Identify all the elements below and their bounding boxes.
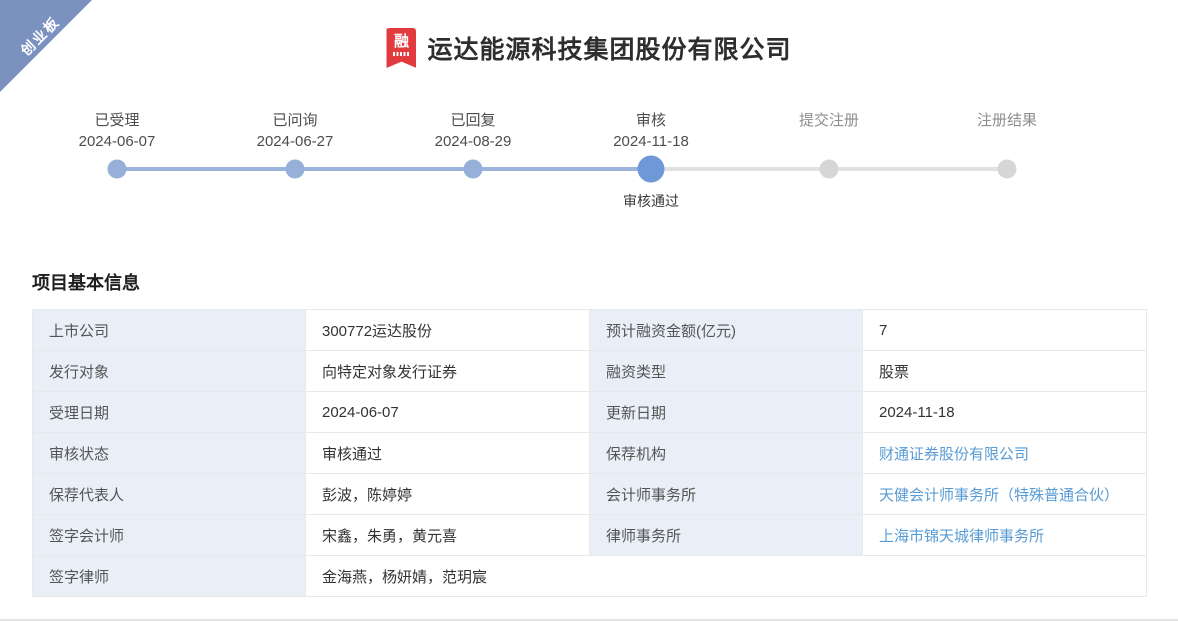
cell-label: 签字会计师 xyxy=(33,515,306,556)
step-line-right xyxy=(1007,167,1096,171)
cell-label: 预计融资金额(亿元) xyxy=(590,310,863,351)
cell-label: 保荐代表人 xyxy=(33,474,306,515)
table-row: 发行对象 向特定对象发行证券 融资类型 股票 xyxy=(33,351,1147,392)
section-title: 项目基本信息 xyxy=(32,269,1178,295)
step-track xyxy=(28,155,206,183)
cell-value: 上海市锦天城律师事务所 xyxy=(863,515,1147,556)
step-label: 已受理 xyxy=(28,110,206,132)
step-dot xyxy=(464,160,483,179)
step-label: 审核 xyxy=(562,110,740,132)
timeline: 已受理 2024-06-07 已问询 2024-06-27 已回复 2024-0… xyxy=(28,110,1096,209)
step-label: 注册结果 xyxy=(918,110,1096,132)
step-line-left xyxy=(206,167,295,171)
step-line-right xyxy=(295,167,384,171)
cell-value: 金海燕，杨妍婧，范玥宸 xyxy=(306,556,1147,597)
step-date: 2024-06-07 xyxy=(28,132,206,155)
step-label: 提交注册 xyxy=(740,110,918,132)
rong-badge-subtext xyxy=(393,52,410,56)
step-line-left xyxy=(384,167,473,171)
cell-value: 2024-06-07 xyxy=(306,392,590,433)
step-track xyxy=(384,155,562,183)
step-line-right xyxy=(829,167,918,171)
step-sublabel xyxy=(918,191,1096,209)
step-date xyxy=(740,132,918,155)
cell-value: 财通证券股份有限公司 xyxy=(863,433,1147,474)
step-line-left xyxy=(28,167,117,171)
step-dot xyxy=(820,160,839,179)
timeline-step-registration-result: 注册结果 xyxy=(918,110,1096,209)
cell-label: 会计师事务所 xyxy=(590,474,863,515)
cell-label: 更新日期 xyxy=(590,392,863,433)
timeline-step-inquired: 已问询 2024-06-27 xyxy=(206,110,384,209)
step-line-right xyxy=(117,167,206,171)
cell-label: 律师事务所 xyxy=(590,515,863,556)
page-title: 运达能源科技集团股份有限公司 xyxy=(427,30,791,66)
step-label: 已回复 xyxy=(384,110,562,132)
cell-value: 宋鑫，朱勇，黄元喜 xyxy=(306,515,590,556)
step-track xyxy=(918,155,1096,183)
table-row: 审核状态 审核通过 保荐机构 财通证券股份有限公司 xyxy=(33,433,1147,474)
timeline-step-replied: 已回复 2024-08-29 xyxy=(384,110,562,209)
step-dot xyxy=(998,160,1017,179)
rong-badge-icon: 融 xyxy=(386,28,416,68)
step-sublabel xyxy=(206,191,384,209)
step-sublabel xyxy=(740,191,918,209)
project-info-table: 上市公司 300772运达股份 预计融资金额(亿元) 7 发行对象 向特定对象发… xyxy=(32,309,1147,597)
step-label: 已问询 xyxy=(206,110,384,132)
table-row: 签字会计师 宋鑫，朱勇，黄元喜 律师事务所 上海市锦天城律师事务所 xyxy=(33,515,1147,556)
step-sublabel xyxy=(28,191,206,209)
table-row: 受理日期 2024-06-07 更新日期 2024-11-18 xyxy=(33,392,1147,433)
cell-value: 审核通过 xyxy=(306,433,590,474)
page: 创业板 融 运达能源科技集团股份有限公司 已受理 2024-06-07 已问询 … xyxy=(0,0,1178,621)
step-date: 2024-06-27 xyxy=(206,132,384,155)
cell-value: 股票 xyxy=(863,351,1147,392)
cell-value: 300772运达股份 xyxy=(306,310,590,351)
accounting-firm-link[interactable]: 天健会计师事务所（特殊普通合伙） xyxy=(879,487,1119,504)
timeline-step-review: 审核 2024-11-18 审核通过 xyxy=(562,110,740,209)
timeline-step-submit-registration: 提交注册 xyxy=(740,110,918,209)
step-sublabel: 审核通过 xyxy=(562,191,740,209)
step-dot xyxy=(638,156,665,183)
step-date: 2024-08-29 xyxy=(384,132,562,155)
cell-value: 2024-11-18 xyxy=(863,392,1147,433)
rong-badge-char: 融 xyxy=(394,34,409,50)
cell-label: 上市公司 xyxy=(33,310,306,351)
cell-label: 发行对象 xyxy=(33,351,306,392)
step-date: 2024-11-18 xyxy=(562,132,740,155)
law-firm-link[interactable]: 上海市锦天城律师事务所 xyxy=(879,528,1044,545)
step-date xyxy=(918,132,1096,155)
step-track xyxy=(562,155,740,183)
step-dot xyxy=(286,160,305,179)
header: 融 运达能源科技集团股份有限公司 xyxy=(0,0,1178,70)
cell-value: 7 xyxy=(863,310,1147,351)
table-row: 上市公司 300772运达股份 预计融资金额(亿元) 7 xyxy=(33,310,1147,351)
step-line-right xyxy=(473,167,562,171)
step-line-left xyxy=(918,167,1007,171)
step-line-left xyxy=(740,167,829,171)
step-sublabel xyxy=(384,191,562,209)
table-row: 签字律师 金海燕，杨妍婧，范玥宸 xyxy=(33,556,1147,597)
sponsor-link[interactable]: 财通证券股份有限公司 xyxy=(879,446,1029,463)
timeline-step-accepted: 已受理 2024-06-07 xyxy=(28,110,206,209)
step-track xyxy=(740,155,918,183)
cell-value: 天健会计师事务所（特殊普通合伙） xyxy=(863,474,1147,515)
cell-label: 审核状态 xyxy=(33,433,306,474)
cell-label: 融资类型 xyxy=(590,351,863,392)
table-row: 保荐代表人 彭波，陈婷婷 会计师事务所 天健会计师事务所（特殊普通合伙） xyxy=(33,474,1147,515)
cell-label: 签字律师 xyxy=(33,556,306,597)
cell-label: 受理日期 xyxy=(33,392,306,433)
step-dot xyxy=(108,160,127,179)
cell-value: 彭波，陈婷婷 xyxy=(306,474,590,515)
cell-label: 保荐机构 xyxy=(590,433,863,474)
cell-value: 向特定对象发行证券 xyxy=(306,351,590,392)
step-track xyxy=(206,155,384,183)
